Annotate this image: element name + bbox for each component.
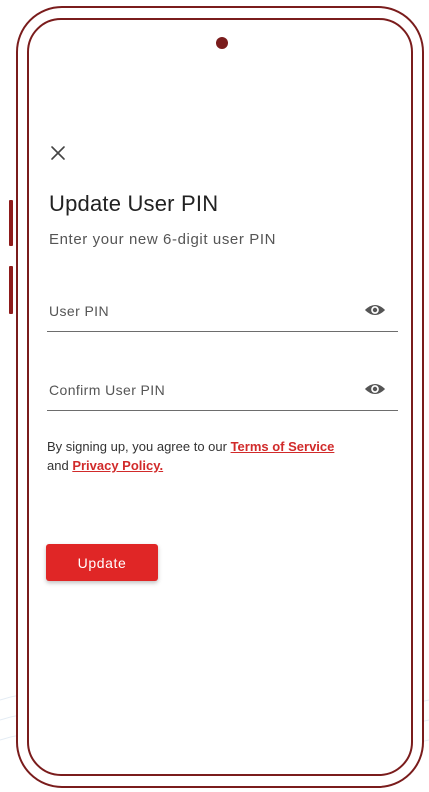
app-stage: Update User PIN Enter your new 6-digit u…: [0, 0, 429, 792]
user-pin-input[interactable]: [49, 299, 339, 323]
terms-of-service-link[interactable]: Terms of Service: [231, 439, 335, 454]
user-pin-field: [47, 291, 398, 332]
close-icon[interactable]: [49, 144, 69, 164]
phone-side-button-upper: [9, 200, 13, 246]
terms-notice: By signing up, you agree to our Terms of…: [47, 437, 407, 475]
camera-dot: [216, 37, 228, 49]
confirm-pin-field: [47, 370, 398, 411]
terms-conjunction: and: [47, 458, 73, 473]
terms-prefix: By signing up, you agree to our: [47, 439, 231, 454]
page-subtitle: Enter your new 6-digit user PIN: [49, 231, 277, 248]
update-button[interactable]: Update: [46, 544, 158, 581]
phone-side-button-lower: [9, 266, 13, 314]
eye-icon[interactable]: [364, 381, 386, 397]
page-title: Update User PIN: [49, 191, 219, 216]
eye-icon[interactable]: [364, 302, 386, 318]
confirm-pin-input[interactable]: [49, 378, 339, 402]
privacy-policy-link[interactable]: Privacy Policy.: [72, 458, 163, 473]
